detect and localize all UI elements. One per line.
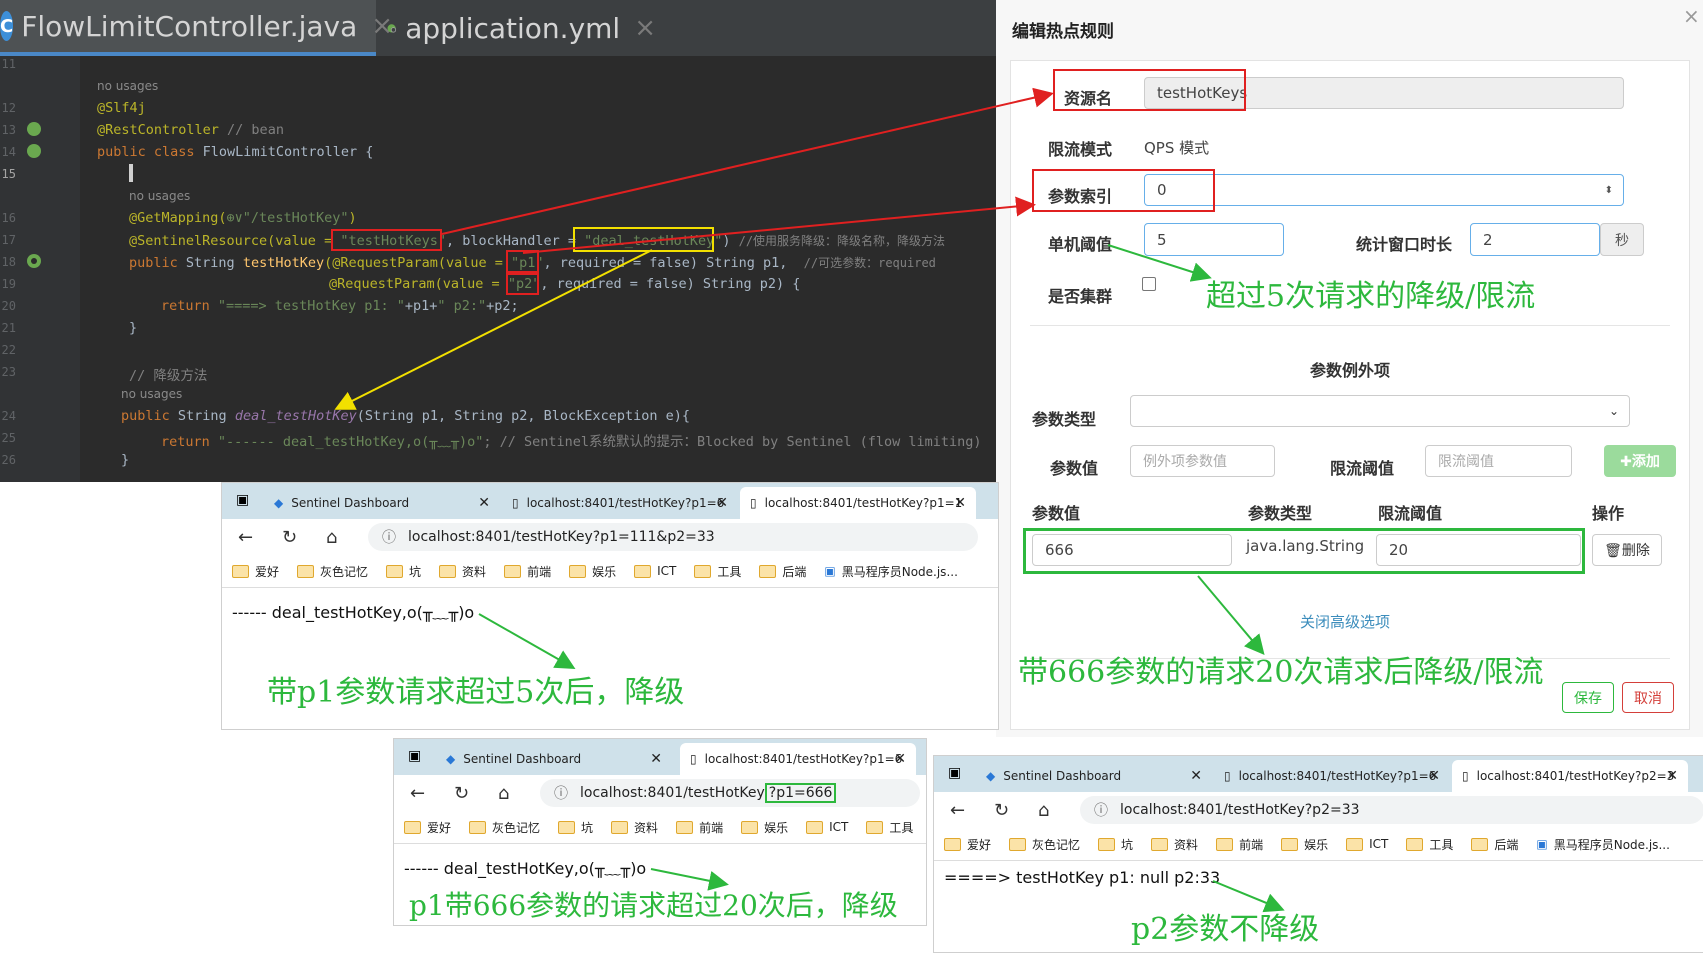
arrow-resource xyxy=(441,87,1054,235)
annotation-arrows xyxy=(334,87,1285,913)
arrow-p1 xyxy=(478,613,576,669)
arrow-exception xyxy=(1197,575,1265,656)
arrow-block-handler xyxy=(334,249,653,410)
arrow-param-index xyxy=(522,196,1036,254)
arrow-p1-666 xyxy=(650,868,729,891)
arrow-p2 xyxy=(1212,880,1285,913)
arrow-threshold xyxy=(1107,244,1212,282)
